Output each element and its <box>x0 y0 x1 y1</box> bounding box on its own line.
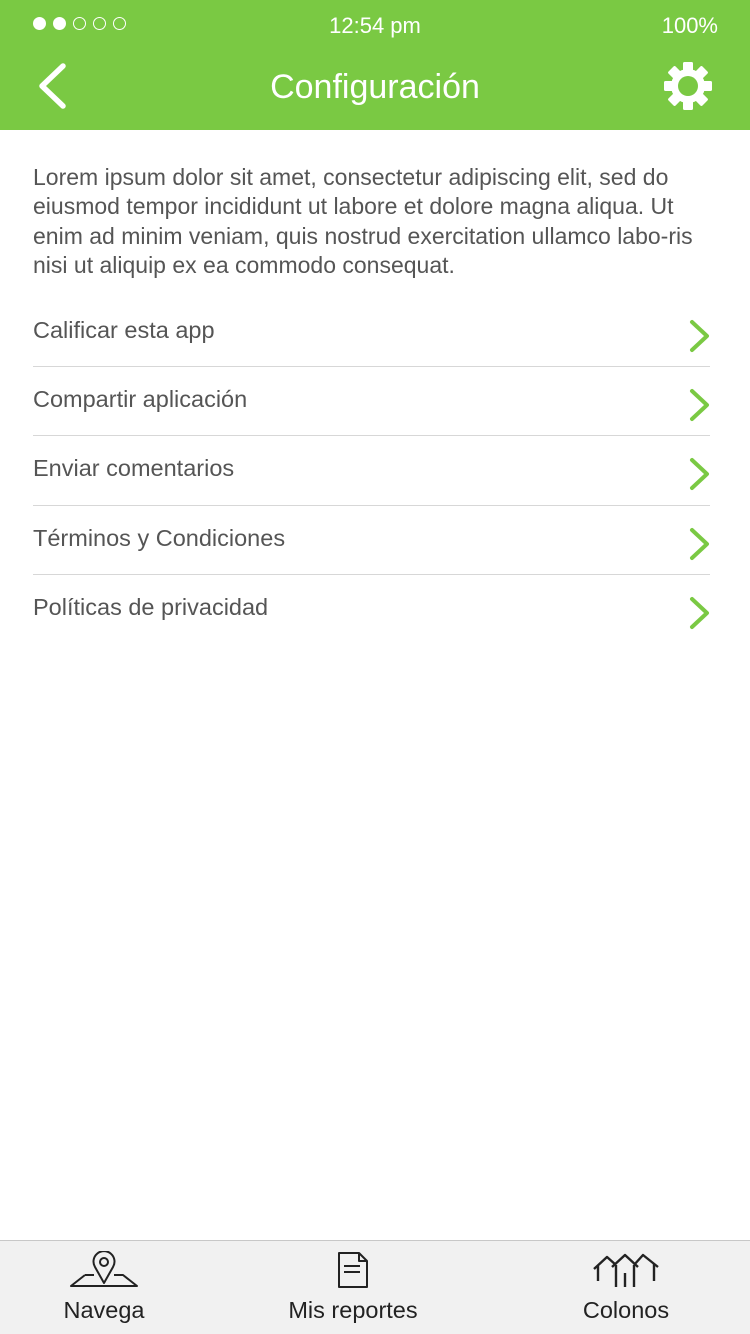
menu-item-terms[interactable]: Términos y Condiciones <box>33 506 710 575</box>
page-title: Configuración <box>270 68 480 106</box>
menu-item-send-feedback[interactable]: Enviar comentarios <box>33 436 710 506</box>
tab-label: Navega <box>63 1297 145 1323</box>
settings-menu: Calificar esta app Compartir aplicación … <box>33 298 710 644</box>
chevron-right-icon <box>690 458 709 491</box>
map-pin-icon <box>70 1251 138 1287</box>
menu-item-privacy[interactable]: Políticas de privacidad <box>33 575 710 644</box>
chevron-right-icon <box>690 389 709 422</box>
intro-text: Lorem ipsum dolor sit amet, consectetur … <box>33 164 693 278</box>
menu-item-rate-app[interactable]: Calificar esta app <box>33 298 710 368</box>
chevron-right-icon <box>690 320 709 352</box>
tab-navega[interactable]: Navega <box>24 1241 184 1334</box>
settings-screen: 12:54 pm 100% Configuración Lorem ipsum … <box>0 0 750 1334</box>
bottom-tab-bar: Navega Mis reportes Colonos <box>0 1240 750 1334</box>
chevron-right-icon <box>690 596 709 629</box>
menu-item-label: Políticas de privacidad <box>33 593 269 620</box>
tab-label: Colonos <box>582 1297 670 1323</box>
tab-colonos[interactable]: Colonos <box>546 1241 706 1334</box>
battery-level: 100% <box>661 13 718 38</box>
tab-mis-reportes[interactable]: Mis reportes <box>268 1241 438 1334</box>
menu-item-label: Compartir aplicación <box>33 386 248 413</box>
settings-button[interactable] <box>662 60 714 112</box>
status-bar: 12:54 pm 100% <box>0 0 750 50</box>
tab-label: Mis reportes <box>288 1297 418 1323</box>
menu-item-share-app[interactable]: Compartir aplicación <box>33 367 710 437</box>
gear-icon <box>664 62 712 110</box>
document-icon <box>338 1252 368 1288</box>
chevron-right-icon <box>690 527 709 560</box>
menu-item-label: Calificar esta app <box>33 317 215 343</box>
status-time: 12:54 pm <box>329 13 421 38</box>
menu-item-label: Enviar comentarios <box>33 455 235 482</box>
menu-item-label: Términos y Condiciones <box>33 524 286 551</box>
app-header: 12:54 pm 100% Configuración <box>0 0 750 130</box>
houses-icon <box>593 1253 659 1287</box>
